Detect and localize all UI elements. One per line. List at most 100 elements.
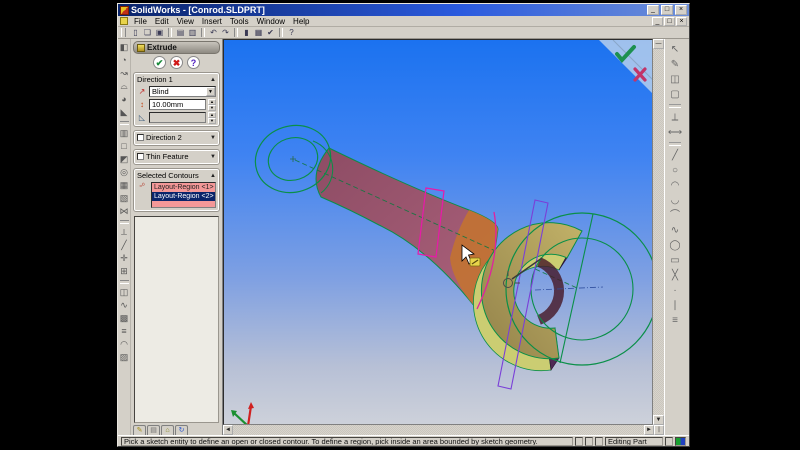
chamfer-icon[interactable]: ◣ <box>118 106 130 119</box>
step-down-icon[interactable]: ▼ <box>208 105 216 111</box>
reverse-direction-icon[interactable]: ↗ <box>137 87 147 97</box>
scroll-split-handle[interactable]: — <box>653 39 664 49</box>
measure-icon[interactable]: ≡ <box>118 325 130 338</box>
sweep-icon[interactable]: ↝ <box>118 67 130 80</box>
menu-edit[interactable]: Edit <box>151 17 173 26</box>
print-preview-icon[interactable]: ▥ <box>187 28 198 38</box>
configurationmanager-tab[interactable]: ⌂ <box>161 425 174 435</box>
direction2-checkbox[interactable] <box>137 134 144 141</box>
print-icon[interactable]: ▤ <box>175 28 186 38</box>
menu-help[interactable]: Help <box>289 17 313 26</box>
menu-file[interactable]: File <box>130 17 151 26</box>
mirror-feature-icon[interactable]: ⋈ <box>118 205 130 218</box>
centerline-icon[interactable]: ∣ <box>667 298 683 313</box>
restore-button[interactable]: □ <box>661 5 673 15</box>
ok-button[interactable]: ✔ <box>153 56 166 69</box>
horizontal-scrollbar[interactable]: ◄ ► ∣ <box>223 425 664 435</box>
hole-wizard-icon[interactable]: ◎ <box>118 166 130 179</box>
tangent-arc-icon[interactable]: ◡ <box>667 193 683 208</box>
collapse-arrow-icon[interactable]: ▲ <box>210 173 216 179</box>
depth-input[interactable]: 10.00mm <box>149 99 206 110</box>
featuremanager-tab[interactable]: ✎ <box>133 425 146 435</box>
graphics-viewport[interactable] <box>223 39 653 425</box>
new-icon[interactable]: ▯ <box>130 28 141 38</box>
vertical-scrollbar[interactable]: — ▼ <box>653 39 664 425</box>
draft-icon[interactable]: ◩ <box>118 153 130 166</box>
help-button[interactable]: ? <box>187 56 200 69</box>
doc-close-button[interactable]: × <box>676 17 687 26</box>
rib-icon[interactable]: ▥ <box>118 127 130 140</box>
contour-list[interactable]: Layout-Region <1>Layout-Region <2> <box>151 182 216 208</box>
pattern-table-icon[interactable]: ▩ <box>118 312 130 325</box>
point-sketch-icon[interactable]: · <box>667 283 683 298</box>
contour-list-item[interactable]: Layout-Region <1> <box>152 183 215 192</box>
select-icon[interactable]: ▮ <box>241 28 252 38</box>
sketch-icon[interactable]: ✎ <box>667 57 683 72</box>
reference-plane-icon[interactable]: ⟂ <box>118 226 130 239</box>
expand-arrow-icon[interactable]: ▼ <box>210 154 216 160</box>
line-icon[interactable]: ╱ <box>667 148 683 163</box>
hscroll-track[interactable] <box>233 425 644 435</box>
close-button[interactable]: × <box>675 5 687 15</box>
document-icon[interactable] <box>120 17 128 25</box>
titlebar[interactable]: SolidWorks - [Conrod.SLDPRT] _ □ × <box>118 4 689 16</box>
scroll-left-icon[interactable]: ◄ <box>223 425 233 435</box>
grid-icon[interactable]: ▦ <box>253 28 264 38</box>
shape-icon[interactable]: ▨ <box>118 351 130 364</box>
boss-extrude-icon[interactable]: ◧ <box>118 41 130 54</box>
section-view-icon[interactable]: ◫ <box>118 286 130 299</box>
vscroll-track[interactable] <box>653 49 664 415</box>
circular-pattern-icon[interactable]: ▧ <box>118 192 130 205</box>
depth-stepper[interactable]: ▲▼ <box>208 99 216 110</box>
minimize-button[interactable]: _ <box>647 5 659 15</box>
dimension-icon[interactable]: ⟷ <box>667 125 683 140</box>
save-icon[interactable]: ▣ <box>154 28 165 38</box>
bigend-inner-circle[interactable] <box>531 238 633 340</box>
redo-icon[interactable]: ↷ <box>220 28 231 38</box>
modify-sketch-icon[interactable]: ◫ <box>667 72 683 87</box>
dropdown-arrow-icon[interactable]: ▼ <box>206 87 215 96</box>
select-arrow-icon[interactable]: ↖ <box>667 42 683 57</box>
ellipse-icon[interactable]: ◯ <box>667 238 683 253</box>
linear-pattern-icon[interactable]: ▦ <box>118 179 130 192</box>
direction1-header[interactable]: Direction 1 ▲ <box>137 75 216 84</box>
undo-icon[interactable]: ↶ <box>208 28 219 38</box>
mirror-sketch-icon[interactable]: ≡ <box>667 313 683 328</box>
erase-icon[interactable]: ▢ <box>667 87 683 102</box>
propertymanager-tab[interactable]: ▤ <box>147 425 160 435</box>
hscroll-split-handle[interactable]: ∣ <box>654 425 664 435</box>
thin-feature-header[interactable]: Thin Feature ▼ <box>137 152 216 161</box>
expand-arrow-icon[interactable]: ▼ <box>210 135 216 141</box>
collapse-arrow-icon[interactable]: ▲ <box>210 77 216 83</box>
direction2-header[interactable]: Direction 2 ▼ <box>137 133 216 142</box>
trim-icon[interactable]: ╳ <box>667 268 683 283</box>
curve-icon[interactable]: ∿ <box>118 299 130 312</box>
menu-view[interactable]: View <box>173 17 198 26</box>
selected-contours-header[interactable]: Selected Contours ▲ <box>137 171 216 180</box>
loft-icon[interactable]: ⌓ <box>118 80 130 93</box>
dome-icon[interactable]: ◠ <box>118 338 130 351</box>
menu-tools[interactable]: Tools <box>226 17 253 26</box>
doc-restore-button[interactable]: □ <box>664 17 675 26</box>
menu-insert[interactable]: Insert <box>198 17 226 26</box>
rectangle-icon[interactable]: ▭ <box>667 253 683 268</box>
shell-icon[interactable]: □ <box>118 140 130 153</box>
help-icon[interactable]: ? <box>286 28 297 38</box>
scroll-down-icon[interactable]: ▼ <box>653 415 664 425</box>
spline-icon[interactable]: ∿ <box>667 223 683 238</box>
draft-icon[interactable]: ◺ <box>137 113 147 123</box>
scroll-right-icon[interactable]: ► <box>644 425 654 435</box>
threepoint-arc-icon[interactable]: ⌒ <box>667 208 683 223</box>
menu-window[interactable]: Window <box>253 17 289 26</box>
contour-list-item[interactable]: Layout-Region <2> <box>152 192 215 201</box>
coordinate-system-icon[interactable]: ⊞ <box>118 265 130 278</box>
fillet-icon[interactable]: ◕ <box>118 93 130 106</box>
revolve-icon[interactable]: ◔ <box>118 54 130 67</box>
refresh-tab[interactable]: ↻ <box>175 425 188 435</box>
toolbar-grip[interactable] <box>121 28 126 37</box>
cancel-button[interactable]: ✖ <box>170 56 183 69</box>
reference-axis-icon[interactable]: ╱ <box>118 239 130 252</box>
circle-icon[interactable]: ○ <box>667 163 683 178</box>
open-icon[interactable]: ❏ <box>142 28 153 38</box>
plane-tool-icon[interactable]: ⟂ <box>667 110 683 125</box>
